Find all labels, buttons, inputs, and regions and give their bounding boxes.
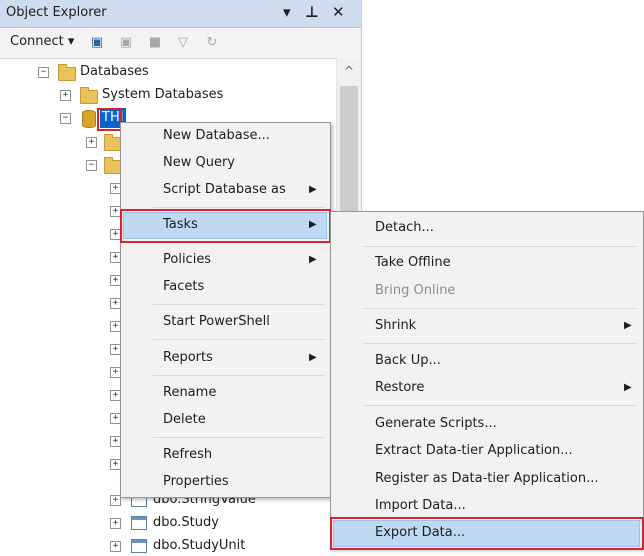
tree-node-label: Databases — [80, 64, 149, 79]
menu-item-delete[interactable]: Delete — [121, 409, 330, 431]
expand-icon[interactable]: + — [60, 90, 71, 101]
menu-item-label: New Database... — [163, 128, 270, 143]
menu-item-label: Generate Scripts... — [375, 416, 497, 431]
menu-item-generate-scripts[interactable]: Generate Scripts... — [331, 413, 643, 435]
menu-item-label: Back Up... — [375, 353, 441, 368]
menu-item-label: Start PowerShell — [163, 314, 270, 329]
menu-separator — [153, 304, 325, 305]
menu-separator — [363, 246, 637, 247]
menu-item-label: Shrink — [375, 318, 417, 333]
tree-node-databases[interactable]: − Databases — [0, 62, 336, 82]
menu-item-label: Register as Data-tier Application... — [375, 471, 599, 486]
menu-item-label: Properties — [163, 474, 229, 489]
menu-separator — [153, 437, 325, 438]
table-icon — [131, 539, 147, 553]
menu-item-label: Reports — [163, 350, 213, 365]
tree-node-label: dbo.StudyUnit — [153, 538, 246, 553]
menu-item-label: Delete — [163, 412, 206, 427]
menu-separator — [153, 375, 325, 376]
tree-node-label: dbo.Study — [153, 515, 219, 530]
scroll-up-icon[interactable]: ^ — [337, 64, 361, 78]
menu-item-properties[interactable]: Properties — [121, 471, 330, 493]
menu-separator — [363, 308, 637, 309]
refresh-icon[interactable]: ↻ — [204, 35, 220, 51]
menu-item-bring-online: Bring Online — [331, 280, 643, 302]
menu-item-take-offline[interactable]: Take Offline — [331, 252, 643, 274]
menu-item-label: Detach... — [375, 220, 434, 235]
menu-item-shrink[interactable]: Shrink ▶ — [331, 315, 643, 337]
tree-node-tables-folder[interactable]: − — [0, 155, 122, 175]
menu-item-label: Import Data... — [375, 498, 466, 513]
connect-button[interactable]: Connect ▾ — [10, 34, 74, 49]
collapse-icon[interactable]: − — [86, 160, 97, 171]
menu-separator — [153, 207, 325, 208]
submenu-arrow-icon: ▶ — [309, 254, 317, 265]
submenu-arrow-icon: ▶ — [624, 382, 632, 393]
window-position-icon[interactable]: ▾ — [283, 2, 291, 22]
expand-icon[interactable]: + — [110, 518, 121, 529]
submenu-arrow-icon: ▶ — [624, 320, 632, 331]
menu-item-label: Refresh — [163, 447, 213, 462]
menu-item-new-query[interactable]: New Query — [121, 152, 330, 174]
folder-icon — [58, 64, 76, 81]
panel-title: Object Explorer — [6, 5, 107, 20]
menu-item-back-up[interactable]: Back Up... — [331, 350, 643, 372]
database-context-menu: New Database... New Query Script Databas… — [120, 122, 331, 498]
tree-node-label: System Databases — [102, 87, 224, 102]
menu-item-start-powershell[interactable]: Start PowerShell — [121, 311, 330, 333]
menu-item-refresh[interactable]: Refresh — [121, 444, 330, 466]
table-icon — [131, 516, 147, 530]
menu-item-label: Script Database as — [163, 182, 286, 197]
annotation-highlight-export-data — [330, 517, 644, 550]
annotation-highlight-tasks — [120, 209, 331, 243]
expand-icon[interactable]: + — [110, 541, 121, 552]
menu-item-script-database-as[interactable]: Script Database as ▶ — [121, 179, 330, 201]
table-row[interactable]: + dbo.Study — [0, 513, 336, 533]
menu-item-policies[interactable]: Policies ▶ — [121, 249, 330, 271]
tree-node-folder[interactable]: + — [0, 132, 122, 152]
object-explorer-titlebar: Object Explorer ▾ ⊥ ✕ — [0, 0, 361, 28]
expand-icon[interactable]: + — [86, 137, 97, 148]
menu-item-label: Bring Online — [375, 283, 456, 298]
filter-icon[interactable]: ▽ — [175, 35, 191, 51]
database-icon — [82, 110, 96, 128]
stop-icon[interactable]: ■ — [147, 35, 163, 51]
tree-node-system-databases[interactable]: + System Databases — [0, 85, 336, 105]
submenu-arrow-icon: ▶ — [309, 184, 317, 195]
folder-icon — [80, 87, 98, 104]
menu-item-label: Rename — [163, 385, 217, 400]
menu-item-extract-data-tier[interactable]: Extract Data-tier Application... — [331, 440, 643, 462]
menu-item-reports[interactable]: Reports ▶ — [121, 347, 330, 369]
menu-item-rename[interactable]: Rename — [121, 382, 330, 404]
menu-item-register-data-tier[interactable]: Register as Data-tier Application... — [331, 468, 643, 490]
menu-separator — [363, 343, 637, 344]
menu-item-import-data[interactable]: Import Data... — [331, 495, 643, 517]
collapse-icon[interactable]: − — [60, 113, 71, 124]
menu-item-new-database[interactable]: New Database... — [121, 125, 330, 147]
menu-item-label: Restore — [375, 380, 425, 395]
connect-icon[interactable]: ▣ — [89, 35, 105, 51]
menu-item-label: Policies — [163, 252, 212, 267]
menu-item-label: Extract Data-tier Application... — [375, 443, 573, 458]
menu-item-detach[interactable]: Detach... — [331, 217, 643, 239]
annotation-highlight-thi — [97, 108, 122, 131]
collapse-icon[interactable]: − — [38, 67, 49, 78]
disconnect-icon[interactable]: ▣ — [118, 35, 134, 51]
menu-item-restore[interactable]: Restore ▶ — [331, 377, 643, 399]
object-explorer-toolbar: Connect ▾ ▣ ▣ ■ ▽ ↻ — [0, 28, 361, 59]
close-icon[interactable]: ✕ — [332, 2, 345, 22]
menu-item-label: Facets — [163, 279, 205, 294]
table-row[interactable]: + dbo.StudyUnit — [0, 536, 336, 556]
menu-item-label: New Query — [163, 155, 235, 170]
tasks-submenu: Detach... Take Offline Bring Online Shri… — [330, 211, 644, 549]
submenu-arrow-icon: ▶ — [309, 352, 317, 363]
menu-separator — [363, 405, 637, 406]
menu-item-label: Take Offline — [375, 255, 451, 270]
pin-icon[interactable]: ⊥ — [305, 2, 319, 22]
menu-separator — [153, 339, 325, 340]
menu-item-facets[interactable]: Facets — [121, 276, 330, 298]
